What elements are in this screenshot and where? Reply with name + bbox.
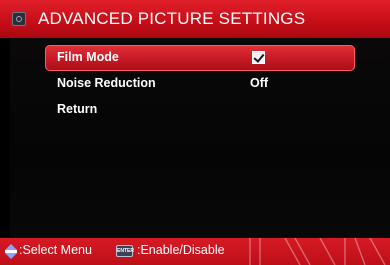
left-bezel [0,38,10,238]
circuit-pattern [249,238,386,265]
up-down-arrows-icon [5,244,17,259]
enable-disable-hint: :Enable/Disable [137,243,225,257]
menu-item-label: Film Mode [57,50,119,64]
menu-item-label: Noise Reduction [57,76,156,90]
menu-title: ADVANCED PICTURE SETTINGS [38,9,306,28]
settings-menu: Film Mode Noise Reduction Off Return [45,45,355,123]
select-menu-hint: :Select Menu [19,243,92,257]
noise-reduction-value: Off [250,76,269,90]
menu-header: ADVANCED PICTURE SETTINGS [0,0,390,38]
tv-osd-screen: ADVANCED PICTURE SETTINGS Film Mode Nois… [0,0,390,265]
menu-item-return[interactable]: Return [45,97,355,123]
enter-key-icon: ENTER [116,245,134,257]
hint-footer: :Select Menu ENTER :Enable/Disable [0,238,390,265]
film-mode-checkbox[interactable] [252,51,265,64]
menu-item-noise-reduction[interactable]: Noise Reduction Off [45,71,355,97]
tv-settings-icon [12,12,26,26]
menu-item-label: Return [57,102,98,116]
menu-item-film-mode[interactable]: Film Mode [45,45,355,71]
